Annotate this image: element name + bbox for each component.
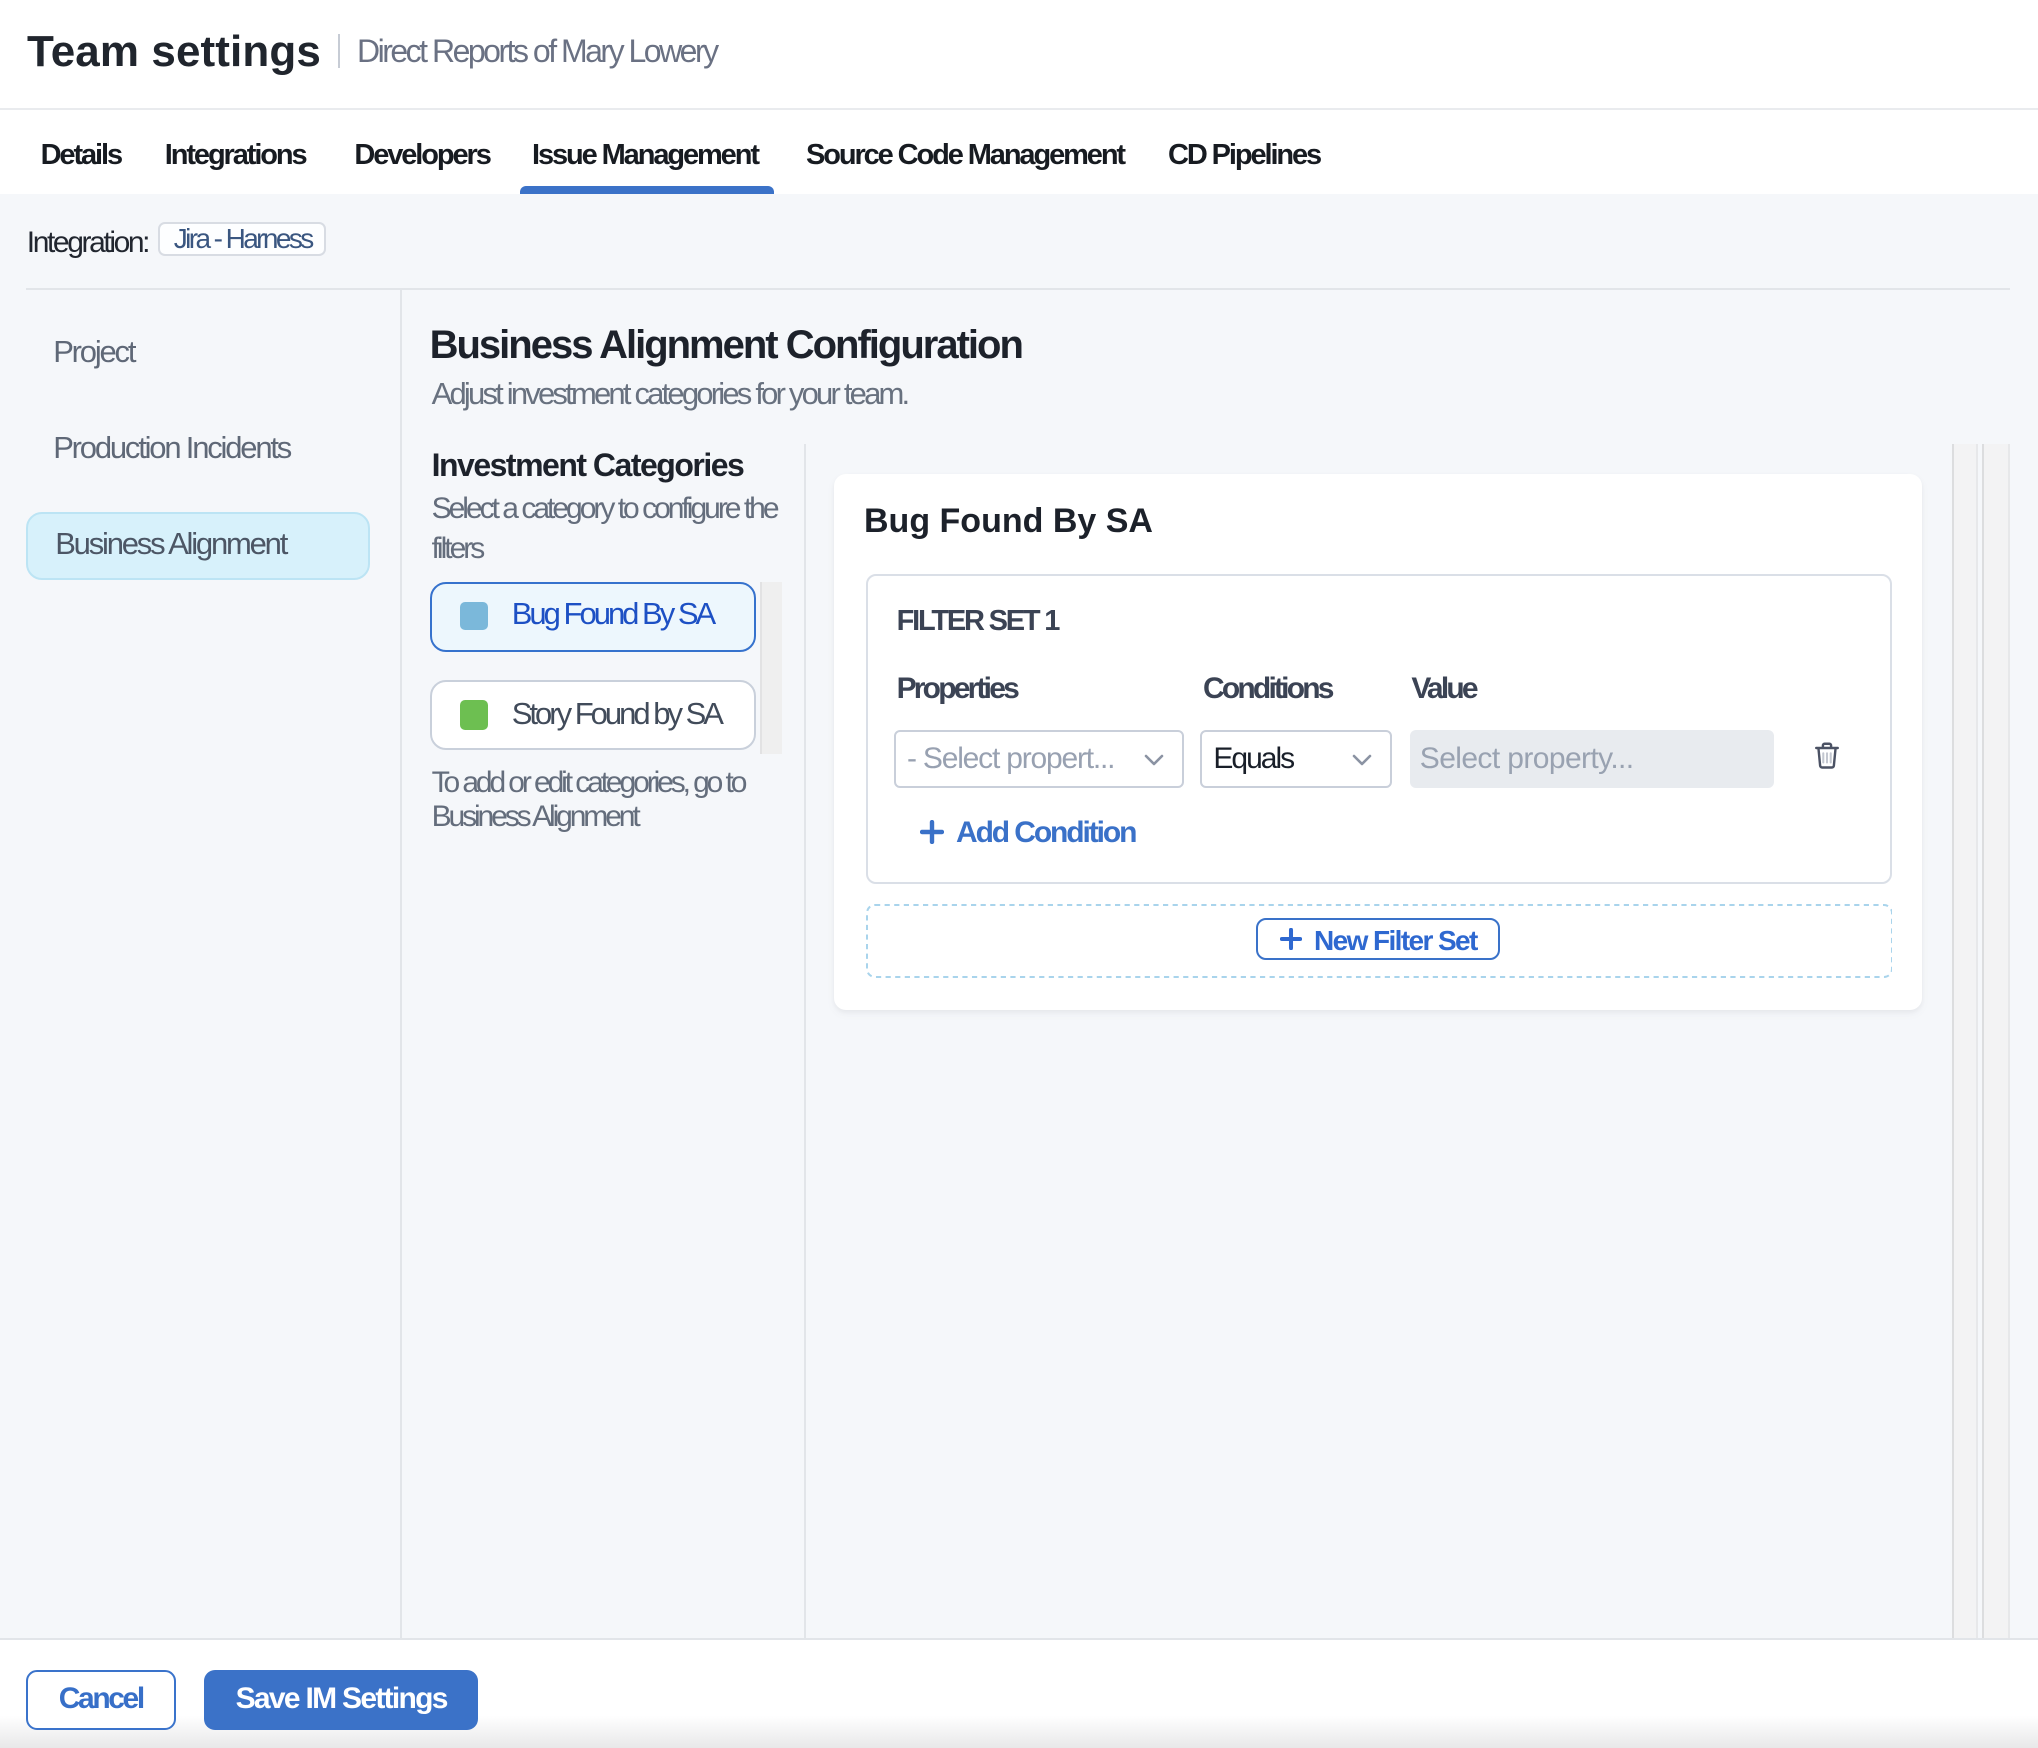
property-select[interactable]: - Select propert...: [893, 730, 1183, 788]
title-separator: [337, 34, 340, 67]
sidebar-item-business-alignment[interactable]: Business Alignment: [25, 512, 370, 580]
integration-chip-label: Jira - Harness: [173, 222, 314, 255]
column-header-conditions: Conditions: [1203, 672, 1334, 707]
category-label: Bug Found By SA: [511, 598, 716, 633]
cancel-button-label: Cancel: [58, 1682, 145, 1717]
tab-details[interactable]: Details: [41, 141, 124, 170]
plus-icon: [920, 820, 944, 844]
category-color-swatch: [459, 700, 488, 730]
tab-developers[interactable]: Developers: [354, 141, 491, 170]
sidebar-item-label: Business Alignment: [55, 528, 288, 563]
categories-footnote: To add or edit categories, go to Busines…: [431, 765, 748, 833]
property-select-placeholder: - Select propert...: [907, 742, 1116, 776]
add-condition-label: Add Condition: [956, 815, 1137, 849]
save-im-settings-button[interactable]: Save IM Settings: [204, 1670, 479, 1730]
new-filter-set-label: New Filter Set: [1314, 923, 1478, 956]
sidebar-item-label: Production Incidents: [53, 432, 292, 466]
tab-cd-pipelines[interactable]: CD Pipelines: [1168, 141, 1322, 170]
scrollbar-track-inner[interactable]: [1981, 444, 2010, 1637]
trash-icon: [1815, 742, 1839, 769]
active-tab-underline: [519, 186, 774, 194]
page-title: Team settings: [27, 26, 321, 77]
section-title: Business Alignment Configuration: [429, 324, 1024, 368]
category-label: Story Found by SA: [511, 697, 724, 732]
value-input-placeholder: Select property...: [1419, 742, 1634, 776]
tab-source-code-management[interactable]: Source Code Management: [806, 141, 1126, 170]
chevron-down-icon: [1352, 753, 1372, 765]
plus-icon: [1280, 928, 1302, 951]
config-card-title: Bug Found By SA: [864, 501, 1153, 539]
category-bug-found-by-sa[interactable]: Bug Found By SA: [430, 581, 757, 651]
column-header-value: Value: [1411, 672, 1478, 707]
new-filter-set-button[interactable]: New Filter Set: [1256, 918, 1501, 961]
horizontal-rule: [25, 287, 2010, 290]
page-subtitle: Direct Reports of Mary Lowery: [357, 36, 719, 71]
categories-title: Investment Categories: [431, 449, 745, 483]
tab-integrations[interactable]: Integrations: [165, 141, 308, 170]
sidebar-item-production-incidents[interactable]: Production Incidents: [25, 416, 370, 483]
page-header: Team settings Direct Reports of Mary Low…: [0, 0, 2038, 110]
tab-bar: Details Integrations Developers Issue Ma…: [0, 110, 2038, 194]
value-input[interactable]: Select property...: [1409, 730, 1774, 788]
categories-hint: Select a category to configure the filte…: [431, 492, 780, 566]
panel-divider: [804, 443, 806, 1638]
chevron-down-icon: [1143, 753, 1163, 765]
save-button-label: Save IM Settings: [235, 1682, 449, 1717]
team-settings-page: Team settings Direct Reports of Mary Low…: [0, 0, 2038, 1748]
sidebar-item-project[interactable]: Project: [25, 319, 370, 386]
condition-select-value: Equals: [1213, 742, 1295, 776]
sidebar-divider: [400, 287, 402, 1638]
footer-bar: Cancel Save IM Settings: [0, 1638, 2038, 1748]
content-area: Integration: Jira - Harness Project Prod…: [0, 194, 2038, 1638]
filter-set-box: FILTER SET 1 Properties Conditions Value…: [865, 574, 1892, 883]
new-filter-set-zone: New Filter Set: [865, 903, 1892, 977]
section-subtitle: Adjust investment categories for your te…: [431, 378, 911, 413]
condition-select[interactable]: Equals: [1199, 730, 1393, 788]
integration-label: Integration:: [26, 226, 151, 260]
scrollbar-track-outer[interactable]: [1951, 444, 1979, 1637]
category-config-card: Bug Found By SA FILTER SET 1 Properties …: [833, 473, 1921, 1010]
filter-set-label: FILTER SET 1: [896, 606, 1061, 639]
integration-chip[interactable]: Jira - Harness: [158, 221, 327, 257]
category-color-swatch: [459, 601, 488, 631]
cancel-button[interactable]: Cancel: [26, 1670, 176, 1730]
add-condition-button[interactable]: Add Condition: [920, 815, 1137, 849]
column-header-properties: Properties: [896, 672, 1020, 707]
delete-condition-button[interactable]: [1814, 742, 1840, 770]
sidebar-item-label: Project: [53, 335, 136, 370]
category-scrollbar-track[interactable]: [760, 581, 782, 753]
tab-issue-management[interactable]: Issue Management: [532, 141, 760, 170]
category-story-found-by-sa[interactable]: Story Found by SA: [430, 680, 757, 751]
